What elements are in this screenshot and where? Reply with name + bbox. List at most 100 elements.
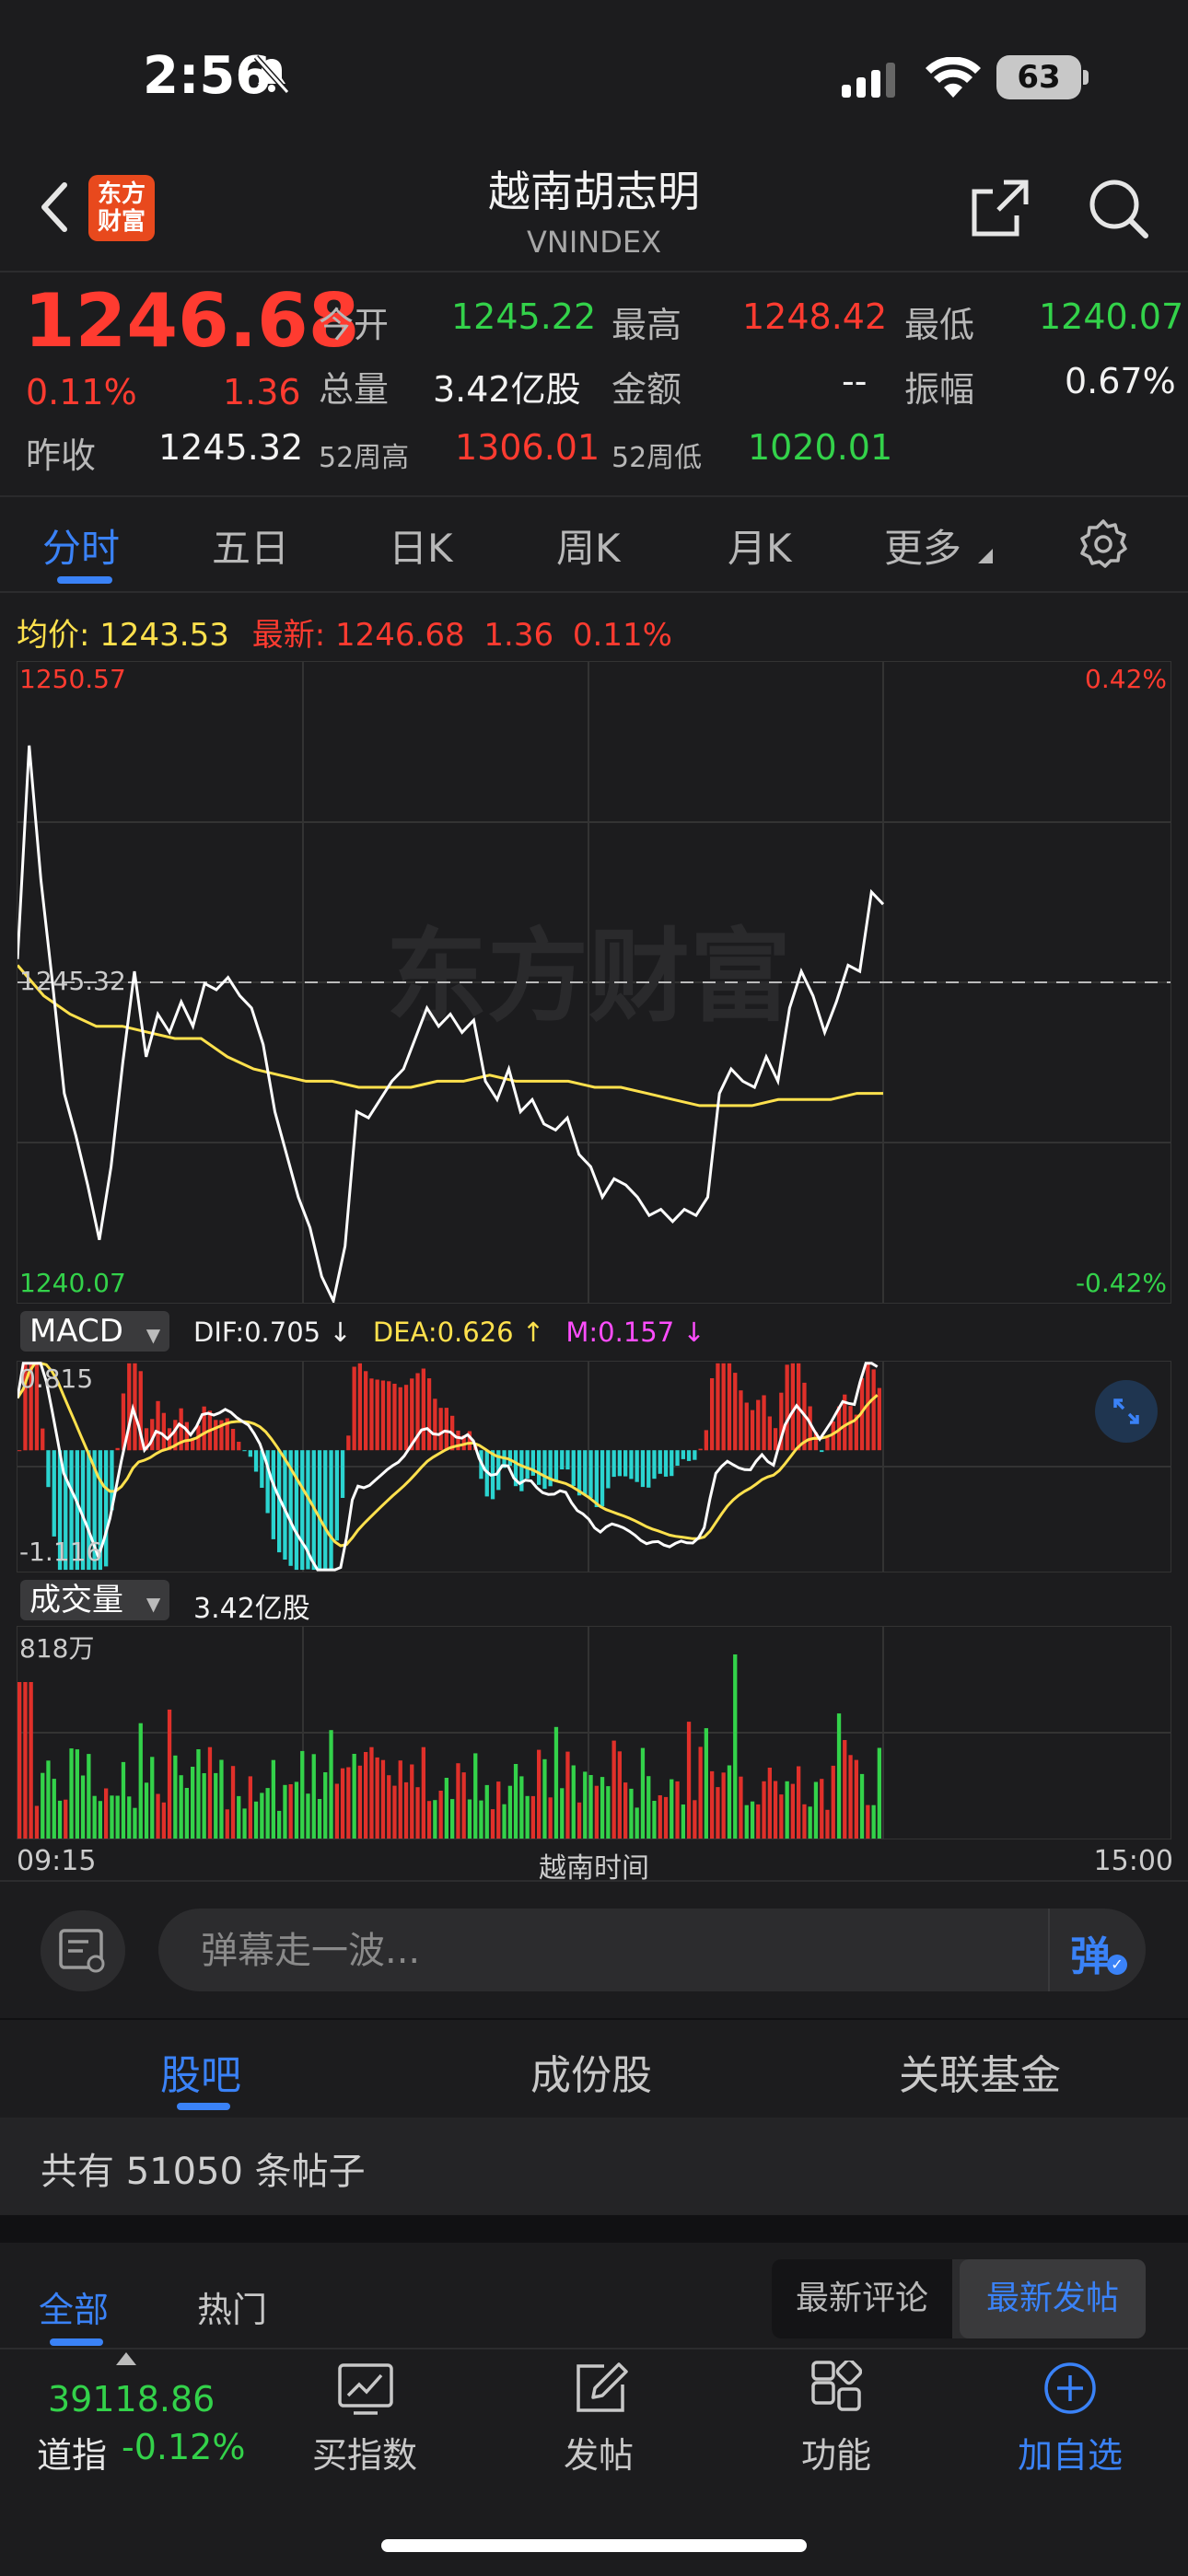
tabbar-add-watchlist[interactable]: 加自选 (978, 2427, 1162, 2477)
tabbar-post[interactable]: 发帖 (507, 2427, 691, 2477)
add-watchlist-icon[interactable] (1042, 2361, 1098, 2419)
macd-bar (594, 1450, 599, 1507)
collapse-caret-icon[interactable] (116, 2351, 136, 2369)
volume-bar (502, 1804, 507, 1839)
latest-percent: 0.11% (572, 617, 672, 654)
tabbar-functions[interactable]: 功能 (744, 2427, 928, 2477)
macd-bar (398, 1387, 402, 1451)
volume-bar (46, 1760, 51, 1839)
macd-bar (750, 1410, 755, 1451)
active-filter-indicator (50, 2338, 103, 2346)
macd-bar (670, 1450, 674, 1477)
intraday-chart[interactable]: 东方财富 1250.57 0.42% 1245.32 1240.07 -0.42… (17, 661, 1171, 1304)
spacer (0, 2215, 1188, 2243)
volume-bar (813, 1781, 819, 1839)
volume-bar (588, 1775, 593, 1839)
filter-all[interactable]: 全部 (39, 2281, 109, 2332)
macd-selector[interactable]: MACD ▼ (20, 1311, 170, 1352)
macd-bar (242, 1450, 247, 1452)
volume-bar (721, 1772, 726, 1839)
volume-bar (191, 1767, 195, 1839)
volume-bar (820, 1779, 824, 1839)
low-label: 最低 (904, 305, 975, 345)
tab-intraday[interactable]: 分时 (42, 517, 120, 574)
macd-bar (438, 1408, 443, 1451)
tab-guba[interactable]: 股吧 (160, 2042, 241, 2101)
volume-bar (762, 1781, 766, 1839)
danmu-toggle-icon[interactable] (41, 1910, 125, 1991)
battery-tip (1083, 70, 1089, 85)
volume-bar (403, 1781, 409, 1839)
macd-bar (629, 1450, 634, 1479)
volume-bar (80, 1775, 86, 1839)
tab-monthly-k[interactable]: 月K (728, 517, 792, 574)
sort-segmented-control[interactable]: 最新评论 最新发帖 (772, 2259, 1146, 2338)
macd-bar (646, 1450, 651, 1488)
macd-bar (334, 1450, 339, 1541)
macd-bar (877, 1387, 881, 1451)
intraday-chart-svg: 东方财富 (17, 662, 1171, 1303)
volume-bar (871, 1804, 876, 1839)
volume-bar (617, 1751, 622, 1839)
tab-daily-k[interactable]: 日K (389, 517, 453, 574)
macd-bar (426, 1378, 432, 1451)
macd-bar (537, 1450, 542, 1485)
search-icon[interactable] (1087, 177, 1151, 245)
volume-bar (670, 1779, 674, 1839)
avg-price-value: 1243.53 (99, 617, 229, 654)
macd-min-label: -1.116 (19, 1537, 103, 1567)
buy-index-icon[interactable] (337, 2362, 394, 2419)
compose-post-icon[interactable] (573, 2361, 628, 2419)
dow-index-name[interactable]: 道指 (37, 2427, 107, 2477)
macd-max-label: 0.815 (19, 1363, 94, 1394)
tabbar-buy-index[interactable]: 买指数 (273, 2427, 457, 2477)
danmu-input-box[interactable]: 弹 ✓ (158, 1909, 1147, 1993)
volume-bar (507, 1785, 512, 1839)
macd-bar (848, 1406, 853, 1451)
volume-bar (369, 1746, 374, 1839)
volume-bar (461, 1772, 466, 1839)
macd-bar (421, 1368, 425, 1451)
tab-related-funds[interactable]: 关联基金 (899, 2042, 1061, 2101)
macd-bar (560, 1450, 565, 1469)
intraday-summary: 均价: 1243.53 最新: 1246.68 1.36 0.11% (17, 609, 672, 655)
macd-bar (756, 1399, 761, 1451)
volume-bar (179, 1775, 183, 1839)
amount-value: -- (842, 361, 868, 401)
macd-bar (525, 1450, 530, 1479)
volume-bar (265, 1788, 270, 1839)
dea-series (17, 1362, 879, 1548)
tab-weekly-k[interactable]: 周K (556, 517, 621, 574)
danmu-send-button[interactable]: 弹 ✓ (1048, 1909, 1147, 1991)
tab-constituents[interactable]: 成份股 (530, 2042, 652, 2101)
macd-bar (693, 1450, 697, 1460)
volume-bar (75, 1749, 79, 1839)
settings-gear-icon[interactable] (1077, 517, 1129, 573)
volume-bar (484, 1784, 489, 1839)
dow-index-change[interactable]: -0.12% (122, 2427, 245, 2467)
functions-grid-icon[interactable] (810, 2358, 863, 2418)
volume-bar (219, 1759, 224, 1839)
dow-index-value[interactable]: 39118.86 (48, 2379, 215, 2419)
macd-bar (658, 1450, 662, 1474)
volume-selector[interactable]: 成交量 ▼ (20, 1580, 170, 1620)
danmu-input[interactable] (199, 1909, 1031, 1993)
tab-more[interactable]: 更多 (884, 517, 961, 574)
macd-bar (704, 1430, 708, 1451)
volume-bar (773, 1781, 778, 1839)
volume-chart-svg (17, 1627, 1171, 1839)
volume-bar (744, 1804, 749, 1839)
volume-bar (202, 1773, 206, 1839)
check-badge-icon: ✓ (1107, 1955, 1127, 1975)
share-icon[interactable] (967, 175, 1033, 245)
sort-latest-post[interactable]: 最新发帖 (960, 2259, 1146, 2338)
expand-icon[interactable] (1095, 1380, 1158, 1443)
avg-price-label: 均价: (17, 617, 90, 654)
w52-high-label: 52周高 (319, 442, 410, 474)
volume-bar (698, 1746, 703, 1839)
sort-latest-comment[interactable]: 最新评论 (772, 2259, 952, 2338)
divider (0, 495, 1188, 497)
filter-hot[interactable]: 热门 (197, 2281, 267, 2332)
tab-five-day[interactable]: 五日 (212, 517, 289, 574)
amount-label: 金额 (611, 369, 682, 410)
